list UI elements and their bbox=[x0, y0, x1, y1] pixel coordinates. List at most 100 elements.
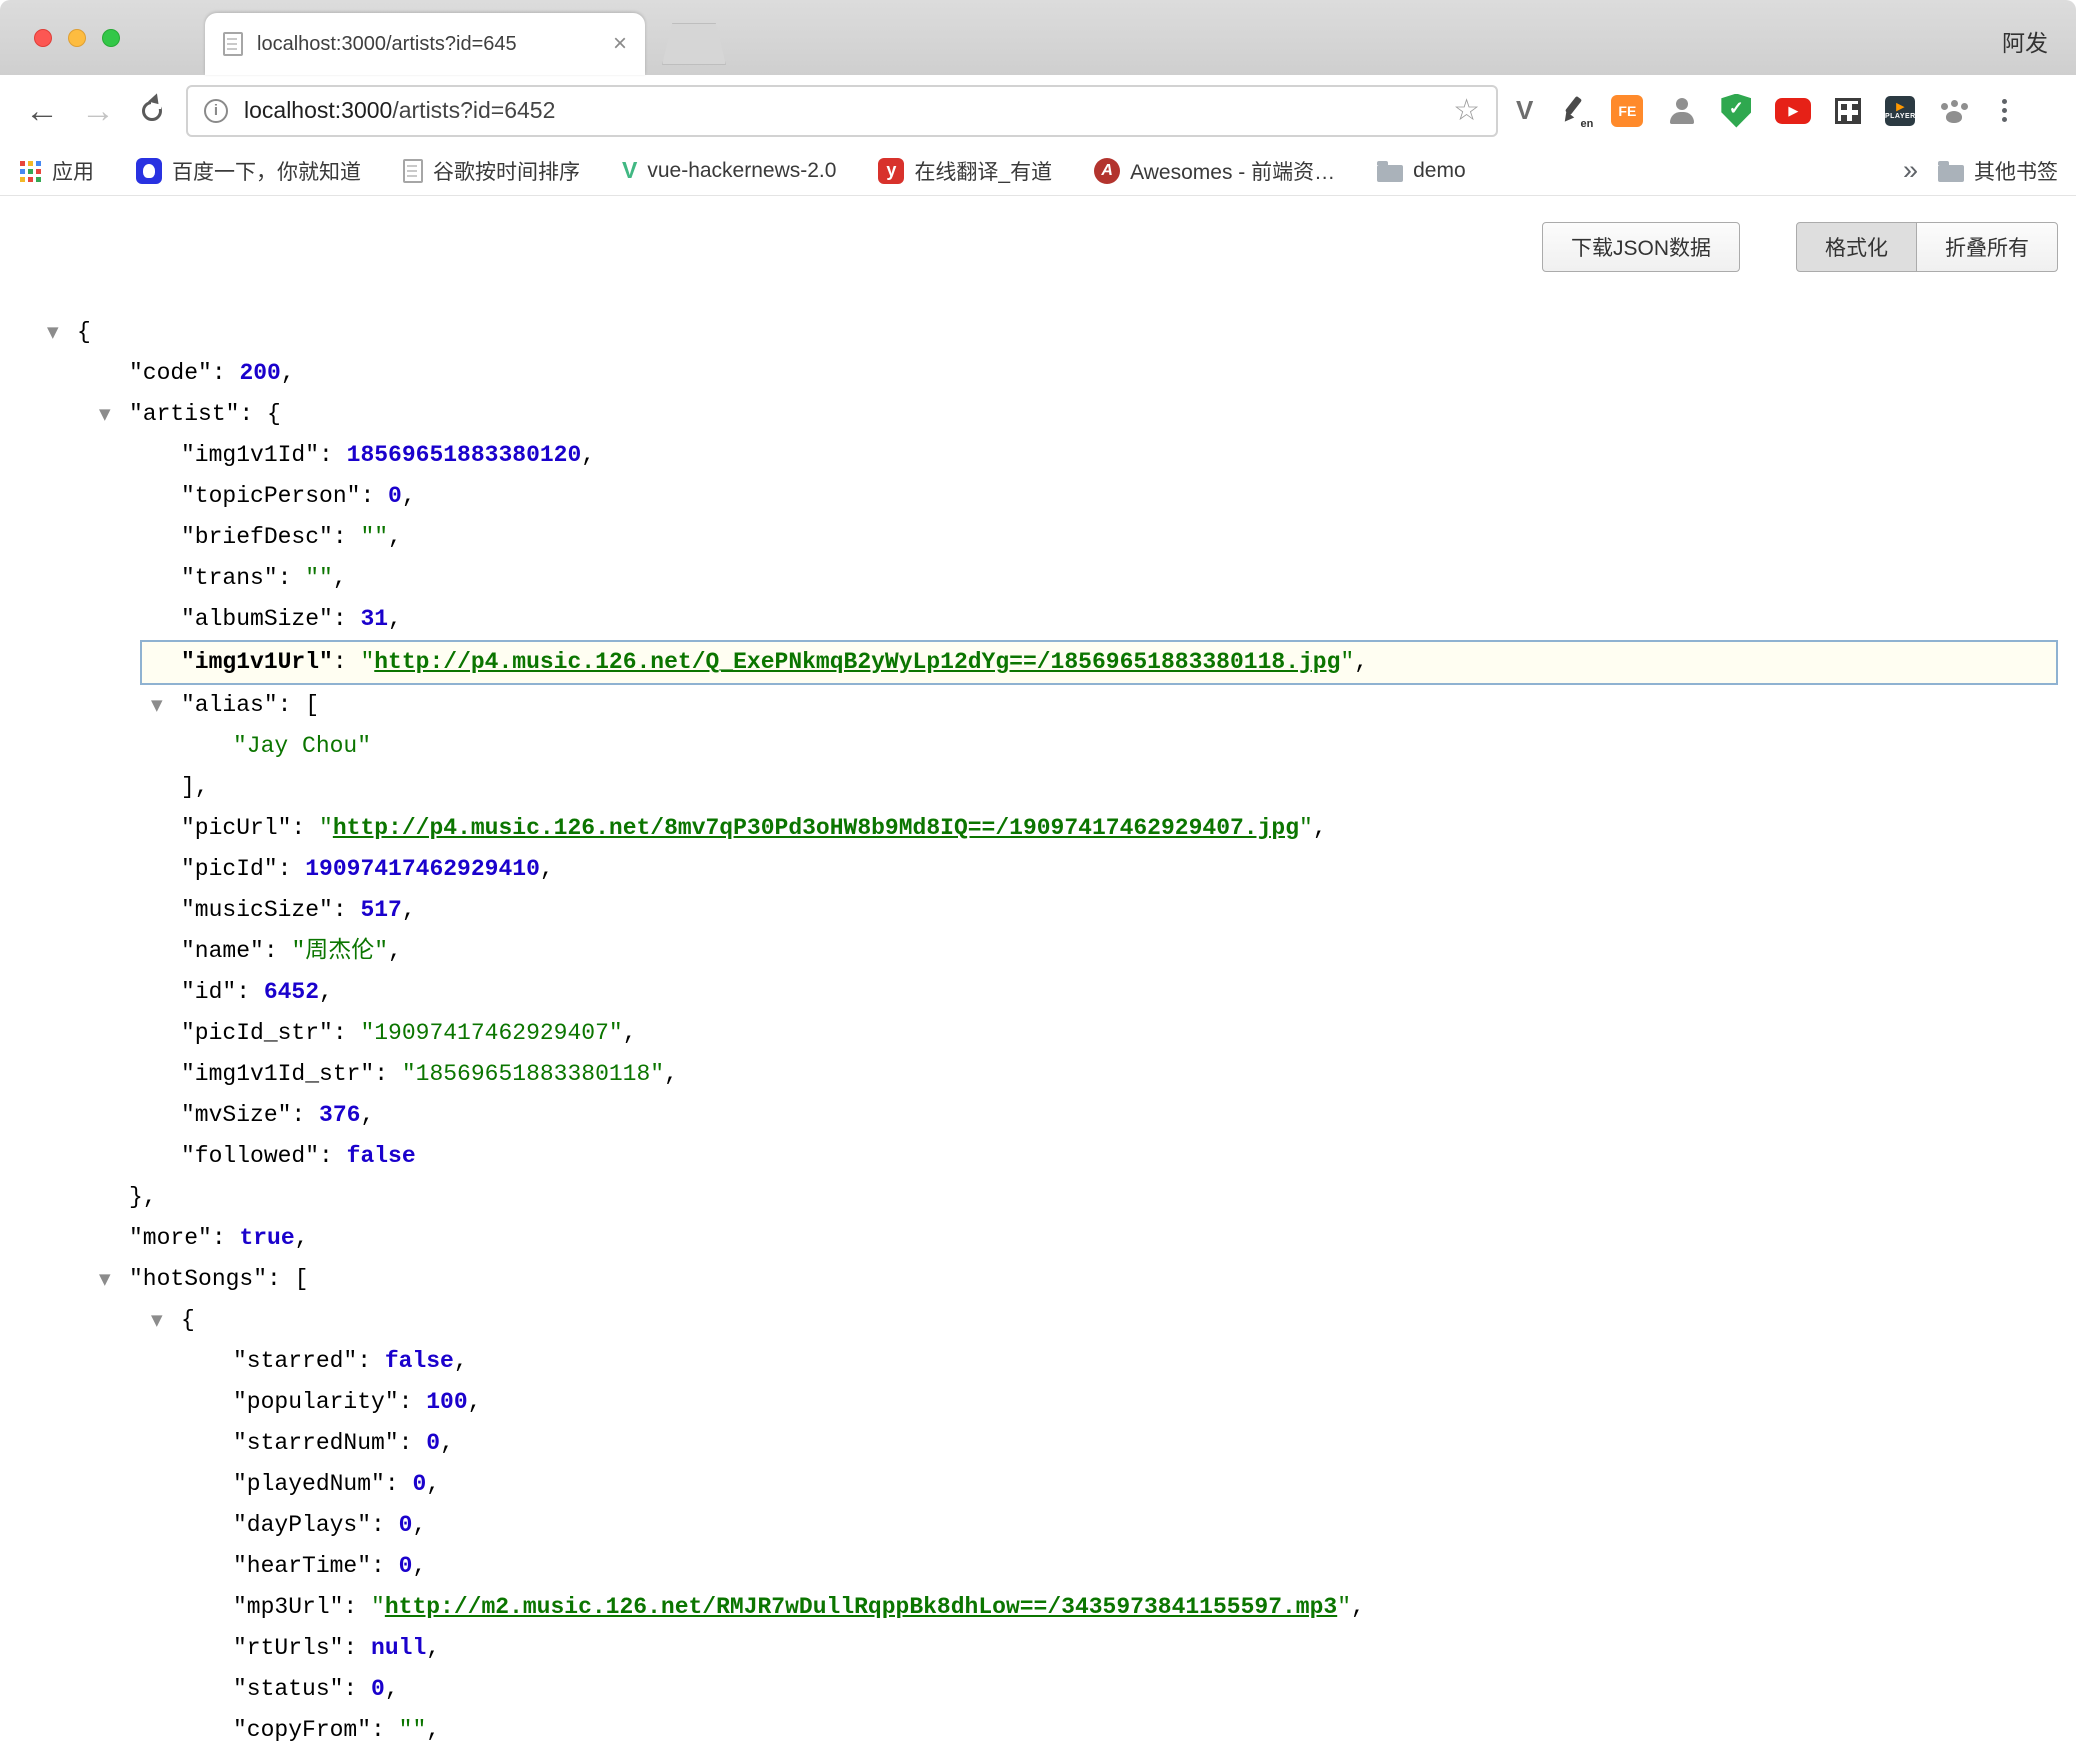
qr-code-icon[interactable] bbox=[1835, 98, 1861, 124]
bookmark-item[interactable]: 应用 bbox=[18, 156, 94, 186]
player-icon-badge: PLAYER bbox=[1885, 113, 1916, 120]
json-colon: : bbox=[239, 401, 267, 427]
json-line: ▼{ bbox=[0, 1300, 2076, 1341]
json-num-value: 100 bbox=[426, 1389, 467, 1415]
bookmark-item[interactable]: 百度一下，你就知道 bbox=[136, 156, 361, 186]
v-icon[interactable]: V bbox=[1516, 95, 1533, 126]
reload-button[interactable] bbox=[142, 101, 162, 121]
json-line: ▼"artist": { bbox=[0, 394, 2076, 435]
expander-icon[interactable]: ▼ bbox=[151, 1300, 163, 1341]
expander-icon[interactable]: ▼ bbox=[99, 1259, 111, 1300]
json-line: "briefDesc": "", bbox=[0, 517, 2076, 558]
json-comma: , bbox=[412, 1553, 426, 1579]
paw-icon[interactable] bbox=[1939, 96, 1969, 126]
new-tab-button[interactable] bbox=[662, 23, 726, 65]
json-colon: : bbox=[267, 1266, 295, 1292]
json-colon: : bbox=[371, 1553, 399, 1579]
json-num-value: 31 bbox=[360, 606, 388, 632]
json-colon: : bbox=[212, 1225, 240, 1251]
json-key: "topicPerson" bbox=[181, 483, 360, 509]
download-json-button[interactable]: 下载JSON数据 bbox=[1542, 222, 1740, 272]
json-comma: , bbox=[454, 1348, 468, 1374]
fe-icon[interactable]: FE bbox=[1611, 95, 1643, 127]
json-num-value: 200 bbox=[239, 360, 280, 386]
json-line: "img1v1Id_str": "18569651883380118", bbox=[0, 1054, 2076, 1095]
json-key: "code" bbox=[129, 360, 212, 386]
reload-icon bbox=[142, 101, 162, 121]
json-comma: , bbox=[426, 1471, 440, 1497]
json-line: ], bbox=[0, 767, 2076, 808]
json-key: "more" bbox=[129, 1225, 212, 1251]
json-comma: , bbox=[388, 938, 402, 964]
json-key: "alias" bbox=[181, 692, 278, 718]
expander-icon[interactable]: ▼ bbox=[151, 685, 163, 726]
json-link-value[interactable]: http://p4.music.126.net/8mv7qP30Pd3oHW8b… bbox=[333, 815, 1299, 841]
json-quote: " bbox=[360, 649, 374, 675]
player-icon-glyph: ▶ bbox=[1896, 102, 1904, 113]
page-icon bbox=[403, 159, 423, 183]
bookmark-item[interactable]: Vvue-hackernews-2.0 bbox=[622, 157, 836, 184]
json-line: "picUrl": "http://p4.music.126.net/8mv7q… bbox=[0, 808, 2076, 849]
json-line: "id": 6452, bbox=[0, 972, 2076, 1013]
youdao-icon: y bbox=[878, 158, 904, 184]
format-button[interactable]: 格式化 bbox=[1796, 222, 1917, 272]
url-path: /artists?id=6452 bbox=[392, 97, 555, 123]
json-line: "code": 200, bbox=[0, 353, 2076, 394]
json-link-value[interactable]: http://p4.music.126.net/Q_ExePNkmqB2yWyL… bbox=[374, 649, 1340, 675]
shield-check-icon[interactable]: ✓ bbox=[1721, 94, 1751, 128]
json-colon: : bbox=[291, 815, 319, 841]
minimize-window-button[interactable] bbox=[68, 29, 86, 47]
json-comma: , bbox=[402, 483, 416, 509]
json-colon: : bbox=[278, 692, 306, 718]
json-comma: , bbox=[388, 606, 402, 632]
json-key: "briefDesc" bbox=[181, 524, 333, 550]
json-num-value: 0 bbox=[399, 1512, 413, 1538]
menu-icon[interactable] bbox=[1989, 96, 2019, 126]
json-num-value: 19097417462929410 bbox=[305, 856, 540, 882]
forward-button: → bbox=[81, 94, 115, 128]
person-icon[interactable] bbox=[1667, 96, 1697, 126]
json-comma: , bbox=[623, 1020, 637, 1046]
json-line: "dayPlays": 0, bbox=[0, 1505, 2076, 1546]
json-comma: , bbox=[402, 897, 416, 923]
collapse-all-button[interactable]: 折叠所有 bbox=[1916, 222, 2058, 272]
json-key: "mvSize" bbox=[181, 1102, 291, 1128]
json-colon: : bbox=[374, 1061, 402, 1087]
json-null-value: null bbox=[371, 1635, 426, 1661]
bookmark-item[interactable]: demo bbox=[1377, 159, 1466, 183]
close-window-button[interactable] bbox=[34, 29, 52, 47]
json-line: ▼"alias": [ bbox=[0, 685, 2076, 726]
json-line: "hearTime": 0, bbox=[0, 1546, 2076, 1587]
profile-name[interactable]: 阿发 bbox=[2002, 24, 2048, 58]
translate-pen-icon[interactable]: en bbox=[1557, 96, 1587, 126]
json-key: "artist" bbox=[129, 401, 239, 427]
address-bar[interactable]: i localhost:3000/artists?id=6452 ☆ bbox=[186, 85, 1498, 137]
tab-title: localhost:3000/artists?id=645 bbox=[257, 33, 599, 56]
json-link-value[interactable]: http://m2.music.126.net/RMJR7wDullRqppBk… bbox=[385, 1594, 1337, 1620]
json-line: "status": 0, bbox=[0, 1669, 2076, 1710]
url-host: localhost:3000 bbox=[244, 97, 392, 123]
json-colon: : bbox=[371, 1717, 399, 1743]
bookmark-item[interactable]: AAwesomes - 前端资… bbox=[1094, 156, 1335, 186]
bookmark-item[interactable]: 谷歌按时间排序 bbox=[403, 156, 580, 186]
other-bookmarks-folder[interactable]: 其他书签 bbox=[1938, 156, 2058, 186]
bookmark-star-icon[interactable]: ☆ bbox=[1453, 93, 1480, 128]
expander-icon[interactable]: ▼ bbox=[99, 394, 111, 435]
player-icon[interactable]: ▶PLAYER bbox=[1885, 96, 1915, 126]
info-icon[interactable]: i bbox=[204, 99, 228, 123]
tab-close-icon[interactable]: × bbox=[613, 32, 627, 56]
baidu-icon bbox=[136, 158, 162, 184]
json-key: "starred" bbox=[233, 1348, 357, 1374]
expander-icon[interactable]: ▼ bbox=[47, 312, 59, 353]
json-colon: : bbox=[360, 483, 388, 509]
back-button[interactable]: ← bbox=[25, 94, 59, 128]
zoom-window-button[interactable] bbox=[102, 29, 120, 47]
bookmark-item[interactable]: y在线翻译_有道 bbox=[878, 156, 1052, 186]
youtube-icon[interactable]: ▶ bbox=[1775, 98, 1811, 124]
json-comma: , bbox=[426, 1635, 440, 1661]
active-tab[interactable]: localhost:3000/artists?id=645 × bbox=[205, 13, 645, 75]
bookmarks-right: » 其他书签 bbox=[1903, 155, 2058, 186]
json-key: "popularity" bbox=[233, 1389, 399, 1415]
json-bool-value: true bbox=[239, 1225, 294, 1251]
overflow-chevron-icon[interactable]: » bbox=[1903, 155, 1918, 186]
